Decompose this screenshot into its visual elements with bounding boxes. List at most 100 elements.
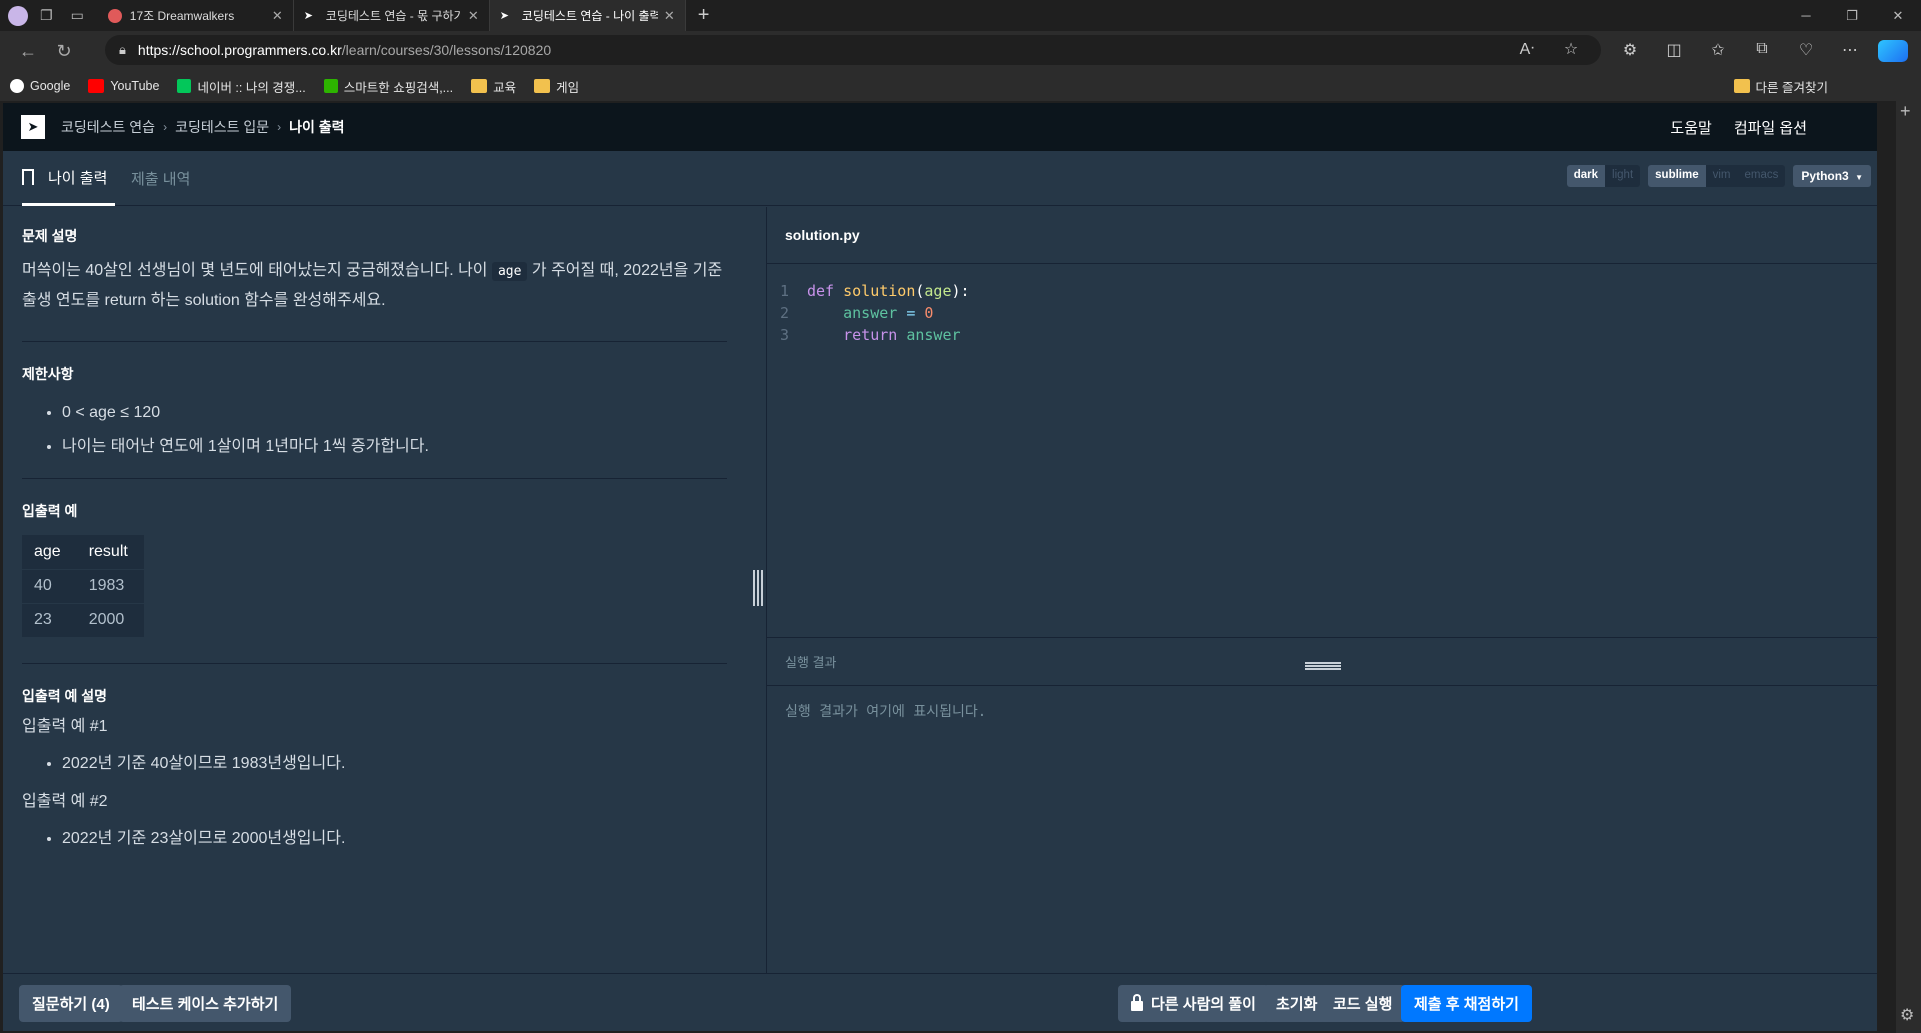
breadcrumb-practice[interactable]: 코딩테스트 연습 (61, 117, 155, 137)
problem-tabs-bar: 나이 출력 제출 내역 dark light sublime vim emacs… (3, 151, 1877, 206)
restore-icon[interactable]: ❐ (1829, 0, 1875, 31)
close-window-icon[interactable]: ✕ (1875, 0, 1921, 31)
keymap-emacs-option[interactable]: emacs (1738, 165, 1786, 187)
others-solution-button[interactable]: 다른 사람의 풀이 (1118, 985, 1269, 1022)
problem-panel: 문제 설명 머쓱이는 40살인 선생님이 몇 년도에 태어났는지 궁금해졌습니다… (3, 207, 763, 973)
folder-icon (534, 79, 551, 93)
result-heading: 실행 결과 (767, 637, 1878, 686)
ask-question-button[interactable]: 질문하기 (4) (19, 985, 123, 1022)
bookmark-folder-games[interactable]: 게임 (534, 77, 579, 96)
bookmark-google[interactable]: Google (10, 79, 70, 93)
bookmark-youtube[interactable]: YouTube (88, 79, 159, 93)
language-select[interactable]: Python3 ▼ (1793, 165, 1871, 187)
io-heading: 입출력 예 (22, 503, 78, 519)
keymap-sublime-option[interactable]: sublime (1648, 165, 1706, 187)
theme-toggle: dark light (1566, 165, 1641, 187)
description-text: 머쓱이는 40살인 선생님이 몇 년도에 태어났는지 궁금해졌습니다. 나이 a… (22, 262, 723, 309)
tab-problem[interactable]: 나이 출력 (22, 151, 116, 206)
io-table: age result 40 1983 23 2000 (22, 535, 144, 637)
programmers-favicon: ➤ (303, 9, 314, 22)
google-icon (10, 79, 24, 93)
bookmark-danawa[interactable]: 스마트한 쇼핑검색,... (323, 77, 453, 96)
bookmarks-bar: Google YouTube 네이버 :: 나의 경쟁... 스마트한 쇼핑검색… (0, 71, 1896, 101)
extensions-icon[interactable]: ⚙ (1608, 40, 1652, 62)
breadcrumb-intro[interactable]: 코딩테스트 입문 (175, 117, 269, 137)
workspaces-icon[interactable]: ❐ (40, 7, 53, 24)
editor-panel: solution.py 1 def solution(age): 2 answe… (766, 207, 1878, 973)
folder-icon (471, 79, 488, 93)
browser-tab-2[interactable]: ➤ 코딩테스트 연습 - 몫 구하기 | 프 ✕ (294, 0, 490, 31)
split-screen-icon[interactable]: ◫ (1652, 40, 1696, 62)
tab-actions-icon[interactable]: ▭ (71, 7, 84, 24)
bottom-action-bar: 질문하기 (4) 테스트 케이스 추가하기 다른 사람의 풀이 초기화 코드 실… (3, 973, 1877, 1031)
bookmark-folder-education[interactable]: 교육 (471, 77, 516, 96)
browser-tabstrip: ❐ ▭ 17조 Dreamwalkers ✕ ➤ 코딩테스트 연습 - 몫 구하… (0, 0, 1921, 31)
add-testcase-button[interactable]: 테스트 케이스 추가하기 (119, 985, 292, 1022)
code-line: 1 def solution(age): (779, 282, 970, 300)
chevron-right-icon: › (163, 120, 168, 134)
favorites-icon[interactable]: ✩ (1696, 40, 1740, 62)
browser-tab-1[interactable]: 17조 Dreamwalkers ✕ (98, 0, 294, 31)
add-sidebar-icon[interactable]: + (1900, 101, 1911, 122)
top-nav: ➤ 코딩테스트 연습 › 코딩테스트 입문 › 나이 출력 도움말 컴파일 옵션 (3, 103, 1877, 151)
run-code-button[interactable]: 코드 실행 (1320, 985, 1406, 1022)
list-item: 나이는 태어난 연도에 1살이며 1년마다 1씩 증가합니다. (62, 430, 727, 464)
io-explain-heading: 입출력 예 설명 (22, 688, 108, 704)
new-tab-icon[interactable]: + (698, 4, 710, 27)
close-tab-icon[interactable]: ✕ (272, 8, 283, 24)
programmers-page: ➤ 코딩테스트 연습 › 코딩테스트 입문 › 나이 출력 도움말 컴파일 옵션… (3, 103, 1878, 1031)
example1-title: 입출력 예 #1 (22, 718, 108, 735)
naver-icon (177, 79, 192, 93)
keymap-vim-option[interactable]: vim (1706, 165, 1738, 187)
bookmark-icon[interactable] (22, 169, 34, 189)
danawa-icon (323, 79, 338, 93)
browser-tab-3[interactable]: ➤ 코딩테스트 연습 - 나이 출력 | 프 ✕ (489, 0, 686, 31)
divider (22, 478, 727, 479)
programmers-logo-icon[interactable]: ➤ (21, 115, 45, 139)
description-heading: 문제 설명 (22, 228, 78, 244)
divider (22, 341, 727, 342)
settings-gear-icon[interactable]: ⚙ (1900, 1005, 1914, 1025)
list-item: 2022년 기준 23살이므로 2000년생입니다. (62, 822, 727, 856)
compile-options-link[interactable]: 컴파일 옵션 (1734, 117, 1807, 138)
minimize-icon[interactable]: ─ (1783, 0, 1829, 31)
code-editor[interactable]: 1 def solution(age): 2 answer = 0 3 retu… (767, 264, 1877, 664)
favorite-star-icon[interactable]: ☆ (1549, 39, 1593, 59)
example2-list: 2022년 기준 23살이므로 2000년생입니다. (62, 822, 727, 856)
result-output: 실행 결과가 여기에 표시됩니다. (785, 704, 987, 720)
inline-code: age (491, 262, 528, 281)
more-menu-icon[interactable]: ⋯ (1828, 40, 1872, 62)
address-bar[interactable]: 🔒︎ https://school.programmers.co.kr/lear… (105, 35, 1601, 65)
back-icon[interactable]: ← (10, 41, 46, 62)
other-favorites[interactable]: 다른 즐겨찾기 (1733, 77, 1828, 96)
site-info-icon[interactable]: 🔒︎ (119, 42, 126, 58)
table-header-row: age result (34, 542, 128, 560)
tab-submission-history[interactable]: 제출 내역 (131, 151, 190, 206)
youtube-icon (88, 79, 105, 93)
bookmark-naver[interactable]: 네이버 :: 나의 경쟁... (177, 77, 306, 96)
close-tab-icon[interactable]: ✕ (664, 8, 675, 24)
close-tab-icon[interactable]: ✕ (468, 8, 479, 24)
constraints-heading: 제한사항 (22, 366, 74, 382)
window-controls: ─ ❐ ✕ (1783, 0, 1921, 31)
refresh-icon[interactable]: ↻ (46, 41, 82, 62)
browser-essentials-icon[interactable]: ♡ (1784, 40, 1828, 62)
theme-dark-option[interactable]: dark (1566, 165, 1606, 187)
theme-light-option[interactable]: light (1605, 165, 1640, 187)
copilot-icon[interactable] (1878, 40, 1908, 62)
list-item: 0 < age ≤ 120 (62, 396, 727, 430)
collections-icon[interactable]: ⧉ (1740, 40, 1784, 62)
edge-sidebar: + ⚙ (1896, 71, 1921, 1033)
read-aloud-icon[interactable]: Aᐧ (1505, 39, 1549, 59)
keymap-toggle: sublime vim emacs (1648, 165, 1786, 187)
code-line: 2 answer = 0 (779, 304, 934, 322)
dreamwalkers-favicon (107, 8, 122, 23)
help-link[interactable]: 도움말 (1670, 117, 1711, 138)
address-toolbar: ← ↻ 🔒︎ https://school.programmers.co.kr /… (0, 31, 1921, 71)
profile-avatar[interactable] (8, 5, 28, 26)
caret-down-icon: ▼ (1855, 173, 1863, 182)
programmers-favicon: ➤ (499, 9, 510, 22)
code-line: 3 return answer (779, 326, 961, 344)
submit-button[interactable]: 제출 후 채점하기 (1401, 985, 1532, 1022)
vertical-resize-handle[interactable] (753, 570, 763, 606)
